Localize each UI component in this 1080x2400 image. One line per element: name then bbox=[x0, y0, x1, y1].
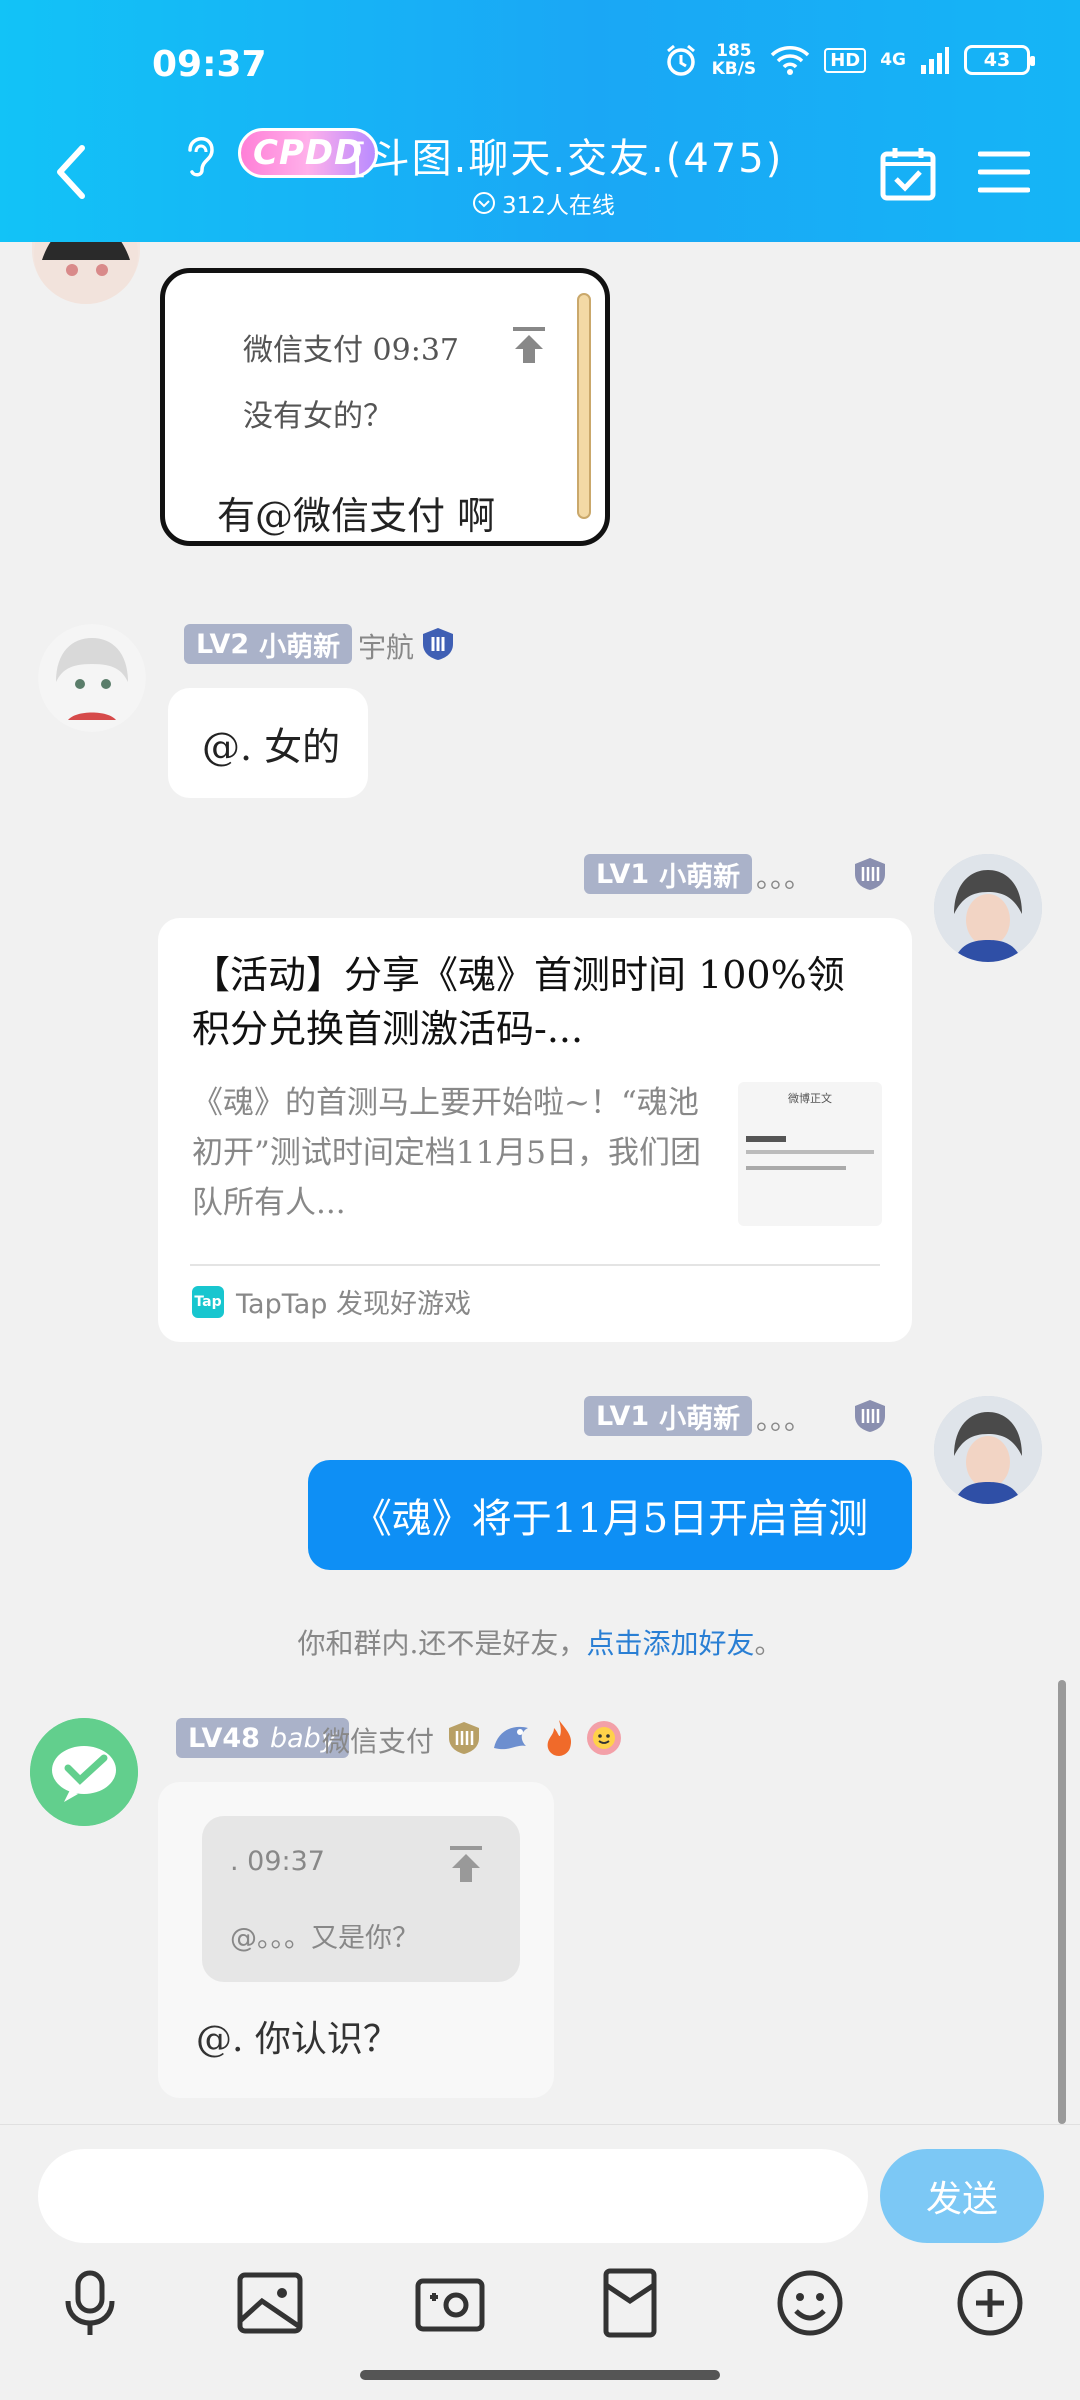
chevron-down-circle-icon bbox=[473, 192, 495, 214]
avatar[interactable] bbox=[30, 1718, 138, 1826]
sent-message-bubble[interactable]: 《魂》将于11月5日开启首测 bbox=[308, 1460, 912, 1570]
home-indicator[interactable] bbox=[360, 2370, 720, 2380]
shield-badge-icon bbox=[423, 628, 453, 660]
sender-name[interactable]: 微信支付 bbox=[322, 1720, 434, 1760]
add-friend-link[interactable]: 点击添加好友 bbox=[586, 1627, 754, 1660]
message-text: @. 你认识？ bbox=[196, 2019, 399, 2060]
message-input[interactable] bbox=[38, 2149, 868, 2243]
card-thumbnail: 微博正文 bbox=[738, 1082, 882, 1226]
scrollbar[interactable] bbox=[1058, 1680, 1066, 2124]
shield-badge-icon bbox=[449, 1722, 479, 1754]
avatar[interactable] bbox=[38, 624, 146, 732]
quote-text: 没有女的？ bbox=[243, 399, 393, 434]
status-time: 09:37 bbox=[152, 44, 267, 85]
quote-sender: . 09:37 bbox=[230, 1846, 325, 1877]
emoji-icon[interactable] bbox=[772, 2265, 848, 2341]
avatar-image bbox=[934, 854, 1042, 962]
avatar[interactable] bbox=[934, 854, 1042, 962]
menu-icon[interactable] bbox=[978, 150, 1030, 194]
net-speed: 185 KB/S bbox=[711, 41, 757, 79]
image-icon[interactable] bbox=[232, 2265, 308, 2341]
level-badge: LV1 小萌新 bbox=[584, 1396, 753, 1436]
shield-badge-icon bbox=[855, 1400, 885, 1432]
level-badge: LV2 小萌新 bbox=[184, 624, 353, 664]
red-packet-icon[interactable] bbox=[592, 2265, 668, 2341]
jump-to-top-icon[interactable] bbox=[511, 325, 547, 365]
taptap-logo-icon: Tap bbox=[192, 1285, 224, 1318]
send-button[interactable]: 发送 bbox=[880, 2149, 1044, 2243]
jump-to-top-icon[interactable] bbox=[448, 1844, 484, 1884]
wechat-pay-logo-icon bbox=[30, 1718, 138, 1826]
wifi-icon bbox=[770, 46, 810, 75]
level-badge: LV1 小萌新 bbox=[584, 854, 753, 894]
card-source: Tap TapTap 发现好游戏 bbox=[192, 1282, 471, 1321]
sender-name[interactable]: 。。。 bbox=[756, 1398, 812, 1438]
quote-text: @。。。又是你？ bbox=[230, 1923, 419, 1954]
microphone-icon[interactable] bbox=[52, 2265, 128, 2341]
status-icons: 185 KB/S HD 4G 43 bbox=[664, 41, 1035, 79]
chat-header: 09:37 185 KB/S HD 4G 43 CPDD [斗图.聊天.交友.(… bbox=[0, 0, 1080, 242]
alarm-icon bbox=[666, 44, 695, 76]
fire-icon bbox=[547, 1720, 572, 1756]
back-button[interactable] bbox=[52, 142, 92, 202]
card-title: 【活动】分享《魂》首测时间 100%领积分兑换首测激活码-... bbox=[192, 953, 845, 1051]
group-title[interactable]: [斗图.聊天.交友.(475) bbox=[352, 126, 783, 184]
ear-icon[interactable] bbox=[180, 130, 220, 180]
plus-circle-icon[interactable] bbox=[952, 2265, 1028, 2341]
signal-icon bbox=[921, 47, 949, 74]
card-description: 《魂》的首测马上要开始啦~！“魂池初开”测试时间定档11月5日，我们团队所有人.… bbox=[192, 1085, 702, 1221]
online-count: 312人在线 bbox=[472, 186, 615, 220]
sender-name[interactable]: 宇航 bbox=[358, 626, 414, 666]
message-bubble-scroll[interactable]: 微信支付 09:37 没有女的？ 有@微信支付 啊 bbox=[160, 268, 610, 546]
dragon-badge-icon bbox=[494, 1726, 528, 1750]
quote-sender: 微信支付 09:37 bbox=[243, 333, 459, 368]
quoted-message[interactable]: . 09:37 @。。。又是你？ bbox=[202, 1816, 520, 1982]
flower-badge-icon bbox=[587, 1721, 621, 1755]
thumbnail-title: 微博正文 bbox=[788, 1092, 832, 1105]
divider bbox=[190, 1264, 880, 1266]
avatar-image bbox=[38, 624, 146, 732]
sender-name[interactable]: 。。。 bbox=[756, 856, 812, 896]
message-bubble[interactable]: @. 女的 bbox=[168, 688, 368, 798]
link-share-card[interactable]: 【活动】分享《魂》首测时间 100%领积分兑换首测激活码-... 《魂》的首测马… bbox=[158, 918, 912, 1342]
scroll-rod bbox=[577, 293, 591, 519]
hd-badge: HD bbox=[824, 47, 867, 73]
camera-icon[interactable] bbox=[412, 2265, 488, 2341]
calendar-check-icon[interactable] bbox=[880, 146, 936, 202]
message-bubble-reply[interactable]: . 09:37 @。。。又是你？ @. 你认识？ bbox=[158, 1782, 554, 2098]
friend-notice: 你和群内.还不是好友，点击添加好友。 bbox=[297, 1627, 783, 1660]
shield-badge-icon bbox=[855, 858, 885, 890]
message-text: 有@微信支付 啊 bbox=[217, 494, 496, 538]
network-type: 4G bbox=[880, 50, 906, 70]
battery-icon: 43 bbox=[964, 45, 1035, 75]
input-panel: 发送 bbox=[0, 2124, 1080, 2400]
avatar-image bbox=[934, 1396, 1042, 1504]
avatar[interactable] bbox=[934, 1396, 1042, 1504]
